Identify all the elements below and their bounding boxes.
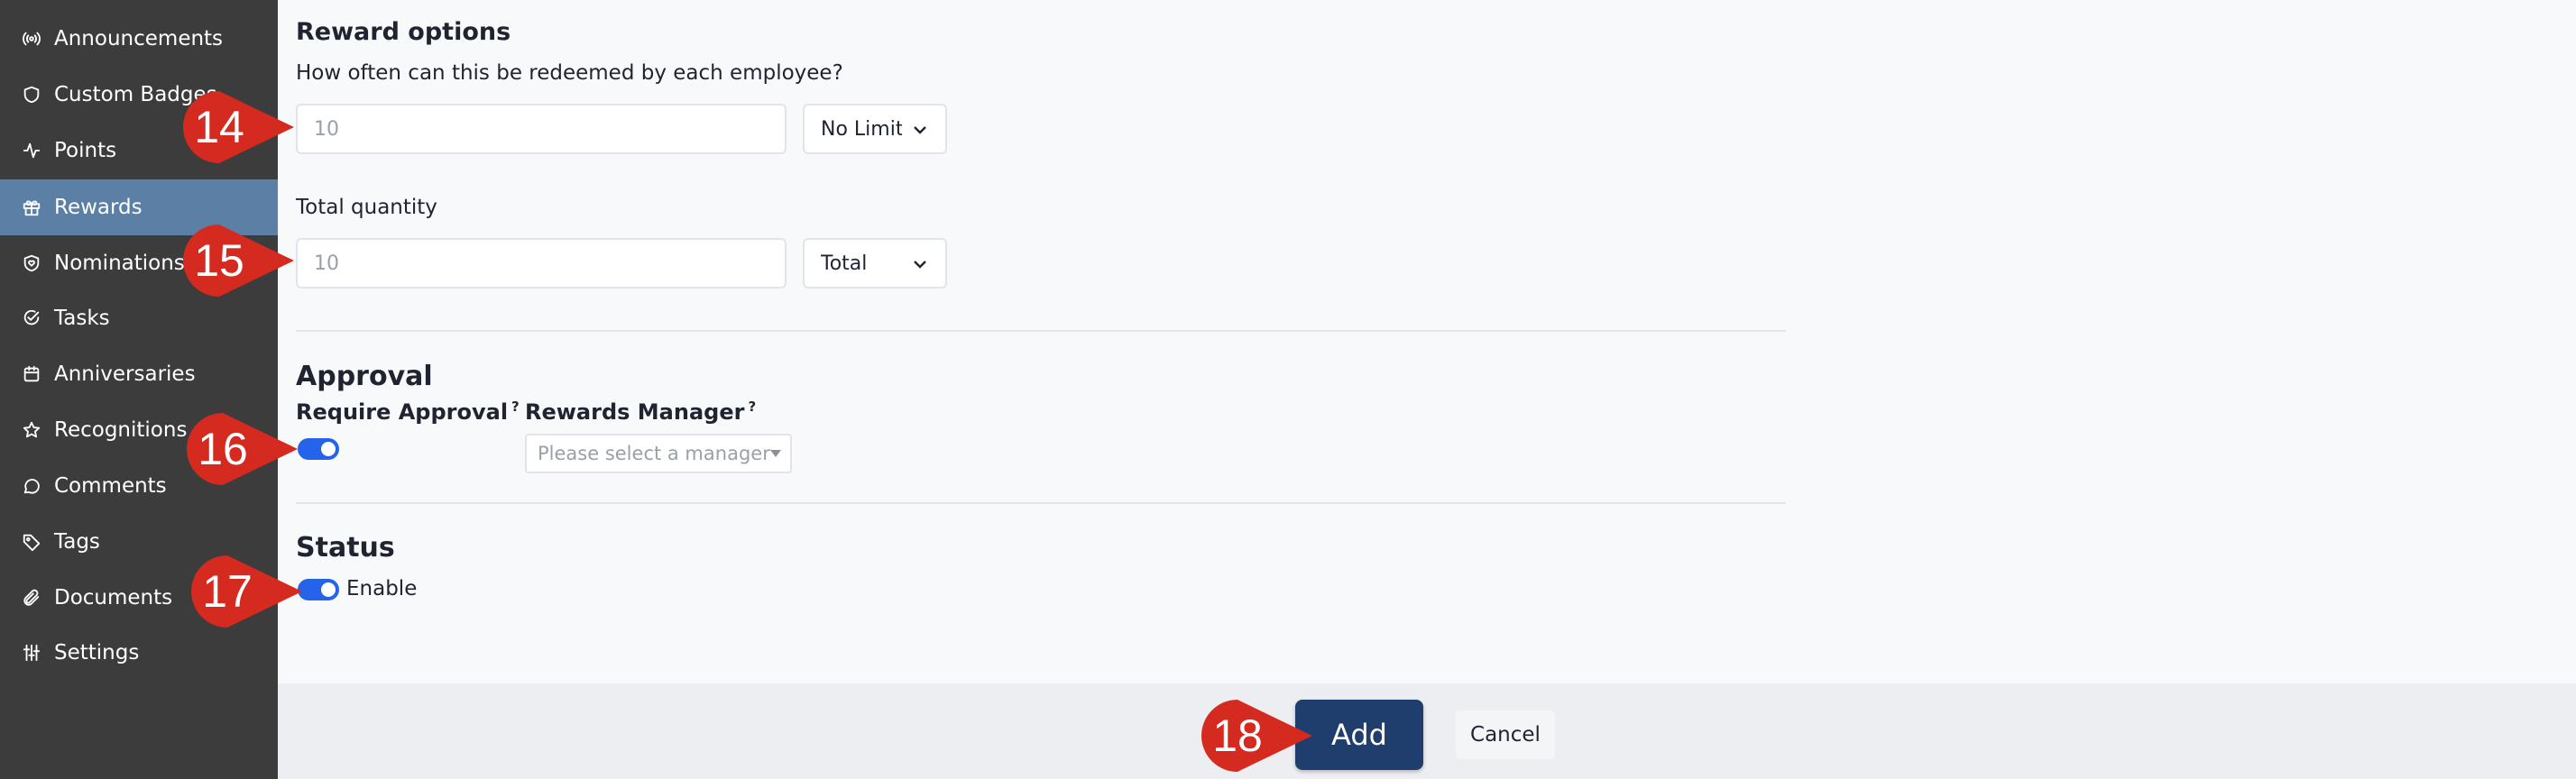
sidebar-item-label: Comments — [54, 474, 167, 498]
chat-bubble-icon — [20, 474, 43, 498]
sidebar-item-label: Recognitions — [54, 418, 188, 442]
broadcast-icon — [20, 27, 43, 50]
sidebar-item-label: Tags — [54, 530, 100, 554]
sidebar-item-label: Rewards — [54, 196, 143, 219]
callout-marker: 17 — [185, 552, 311, 631]
cancel-button[interactable]: Cancel — [1456, 710, 1555, 759]
section-divider — [296, 330, 1786, 332]
main-content: Reward options How often can this be red… — [278, 0, 2576, 779]
section-divider — [296, 502, 1786, 504]
sidebar-item-label: Announcements — [54, 27, 224, 50]
toggle-knob — [321, 442, 336, 456]
sidebar-item-label: Tasks — [54, 307, 110, 330]
total-quantity-select-value: Total — [821, 252, 868, 275]
activity-icon — [20, 139, 43, 162]
callout-marker: 14 — [177, 87, 303, 167]
callout-marker: 18 — [1195, 696, 1321, 775]
rewards-manager-text: Rewards Manager — [525, 399, 745, 425]
total-quantity-select[interactable]: Total — [803, 238, 947, 289]
reward-options-title: Reward options — [296, 18, 511, 46]
rewards-manager-help-icon[interactable]: ? — [748, 399, 756, 415]
toggle-knob — [321, 582, 336, 597]
rewards-manager-select[interactable]: Please select a manager — [525, 434, 792, 473]
redeem-limit-select-value: No Limit — [821, 117, 902, 141]
callout-number: 15 — [194, 235, 244, 286]
redeem-limit-select[interactable]: No Limit — [803, 104, 947, 154]
star-icon — [20, 418, 43, 442]
caret-down-icon — [770, 450, 781, 457]
sidebar-item-label: Settings — [54, 641, 140, 664]
require-approval-label: Require Approval? — [296, 399, 520, 425]
total-quantity-input[interactable] — [296, 238, 787, 289]
sidebar-item-label: Documents — [54, 586, 173, 609]
redeem-limit-input[interactable] — [296, 104, 787, 154]
callout-number: 16 — [198, 424, 248, 474]
chevron-down-icon — [911, 255, 929, 273]
shield-icon — [20, 83, 43, 106]
require-approval-help-icon[interactable]: ? — [511, 399, 520, 415]
sidebar-item-announcements[interactable]: Announcements — [0, 11, 278, 67]
sidebar-item-settings[interactable]: Settings — [0, 625, 278, 681]
total-quantity-label: Total quantity — [296, 196, 437, 219]
callout-number: 18 — [1212, 710, 1263, 761]
approval-title: Approval — [296, 361, 433, 392]
heart-shield-icon — [20, 252, 43, 275]
rewards-manager-label: Rewards Manager? — [525, 399, 756, 425]
chevron-down-icon — [911, 121, 929, 139]
callout-number: 14 — [194, 102, 244, 152]
paperclip-icon — [20, 586, 43, 609]
status-enable-label: Enable — [346, 577, 418, 600]
sidebar-item-anniversaries[interactable]: Anniversaries — [0, 346, 278, 402]
calendar-icon — [20, 362, 43, 386]
sidebar-item-label: Anniversaries — [54, 362, 196, 386]
sliders-icon — [20, 641, 43, 664]
sidebar-item-label: Nominations — [54, 252, 185, 275]
callout-number: 17 — [202, 566, 253, 617]
gift-icon — [20, 196, 43, 219]
check-circle-icon — [20, 307, 43, 330]
rewards-manager-placeholder: Please select a manager — [538, 443, 770, 464]
callout-marker: 15 — [177, 221, 303, 300]
sidebar-item-label: Points — [54, 139, 117, 162]
redeem-frequency-label: How often can this be redeemed by each e… — [296, 61, 843, 85]
callout-marker: 16 — [180, 409, 307, 489]
require-approval-text: Require Approval — [296, 399, 509, 425]
tag-icon — [20, 530, 43, 554]
form-footer: Add Cancel — [278, 683, 2576, 779]
